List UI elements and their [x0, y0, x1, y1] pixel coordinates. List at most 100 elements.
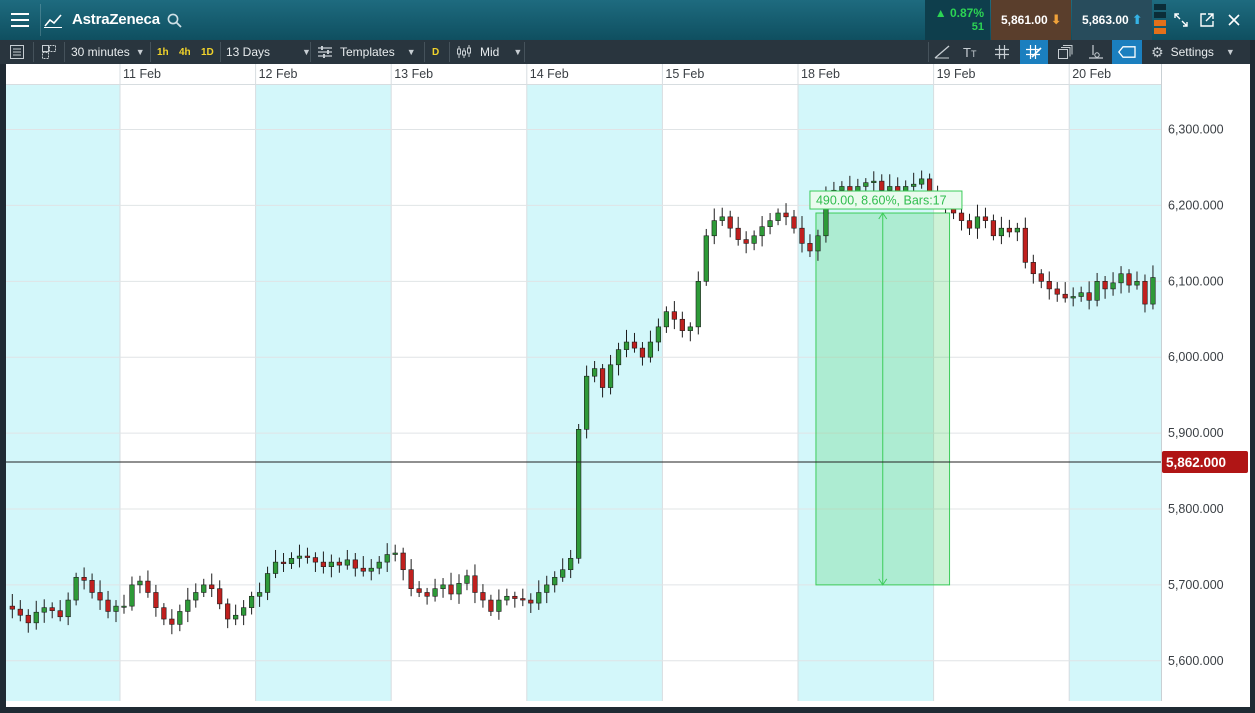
popout-button[interactable] [1196, 0, 1218, 40]
candle-up [368, 567, 374, 572]
candle-down [599, 368, 606, 388]
candle-up [41, 607, 47, 613]
candle-down [408, 569, 414, 589]
chart-type-button[interactable] [41, 0, 65, 40]
candle-up [1110, 282, 1116, 290]
arrow-up-icon: ⬆ [1131, 12, 1143, 27]
candle-down [528, 599, 534, 604]
interval-select[interactable]: 30 minutes ▼ [71, 40, 145, 64]
y-tick-label: 6,100.000 [1168, 274, 1224, 288]
settings-button[interactable]: ⚙ Settings ▼ [1151, 40, 1235, 64]
timeframe-1h[interactable]: 1h [157, 40, 169, 64]
d-toggle[interactable]: D [432, 40, 439, 64]
candle-up [767, 220, 773, 227]
candle-down [1126, 273, 1132, 286]
candle-up [288, 558, 295, 564]
search-icon [167, 13, 182, 28]
layers-button[interactable] [1058, 40, 1073, 64]
candle-up [432, 588, 438, 597]
list-button[interactable] [10, 40, 24, 64]
candle-down [958, 212, 965, 221]
tag-icon [1118, 46, 1136, 58]
templates-select[interactable]: Templates ▼ [318, 40, 416, 64]
draw-line-button[interactable] [934, 40, 950, 64]
candle-down [360, 567, 366, 572]
range-select[interactable]: 13 Days ▼ [226, 40, 311, 64]
candle-up [1094, 281, 1100, 301]
candle-up [129, 584, 135, 607]
layers-icon [1058, 45, 1073, 59]
x-tick-label: 20 Feb [1072, 67, 1111, 81]
timeframe-1d[interactable]: 1D [201, 40, 214, 64]
candlestick-chart[interactable]: 5,600.000 5,700.000 5,800.000 5,900.000 6,00… [6, 64, 1250, 707]
menu-button[interactable] [0, 0, 40, 40]
candle-up [177, 611, 183, 625]
price-chart[interactable]: 5,600.000 5,700.000 5,800.000 5,900.000 6,00… [6, 64, 1250, 707]
timeframe-4h[interactable]: 4h [179, 40, 191, 64]
candle-down [352, 559, 358, 569]
candle-up [591, 368, 598, 377]
search-button[interactable] [164, 0, 184, 40]
sell-price: 5,861.00 [1001, 13, 1048, 27]
x-tick-label: 12 Feb [259, 67, 298, 81]
marker-icon [1089, 45, 1103, 59]
candle-up [185, 599, 191, 612]
candle-up [647, 341, 654, 358]
candle-up [496, 599, 502, 612]
candle-down [743, 239, 749, 244]
candle-down [520, 598, 526, 601]
candle-up [576, 429, 582, 559]
sell-button[interactable]: 5,861.00 ⬇ [991, 0, 1071, 40]
interval-value: 30 minutes [71, 45, 130, 59]
range-value: 13 Days [226, 45, 271, 59]
candle-down [49, 607, 55, 611]
candle-up [544, 584, 550, 593]
tag-button[interactable] [1112, 40, 1142, 64]
candle-down [145, 580, 151, 593]
candle-down [1022, 227, 1028, 263]
gear-icon: ⚙ [1151, 43, 1164, 60]
candle-up [73, 576, 79, 601]
candle-down [17, 608, 23, 616]
candle-up [759, 226, 765, 237]
candle-up [775, 212, 781, 221]
candle-down [1062, 293, 1068, 299]
buy-button[interactable]: 5,863.00 ⬆ [1072, 0, 1152, 40]
candle-up [919, 178, 925, 185]
candle-up [296, 555, 303, 559]
grid-icon [995, 45, 1009, 59]
expand-button[interactable] [1170, 0, 1192, 40]
candle-up [1118, 273, 1124, 284]
x-tick-label: 19 Feb [937, 67, 976, 81]
candle-down [25, 614, 31, 624]
title-bar: AstraZeneca ▲ 0.87% 51 5,861.00 ⬇ 5,863.… [0, 0, 1255, 40]
crosshair-button[interactable] [1020, 40, 1048, 64]
level-meter [1154, 4, 1166, 36]
candle-down [879, 180, 885, 191]
marker-button[interactable] [1088, 40, 1104, 64]
price-mode-select[interactable]: Mid ▼ [456, 40, 522, 64]
candle-down [488, 599, 494, 612]
candle-down [57, 610, 63, 618]
candle-up [695, 281, 701, 328]
instrument-title[interactable]: AstraZeneca [72, 11, 160, 28]
candle-down [1142, 281, 1148, 305]
y-tick-label: 5,800.000 [1168, 502, 1224, 516]
candle-up [663, 311, 669, 328]
candle-down [209, 584, 215, 589]
candle-down [89, 580, 95, 593]
text-icon: TT [963, 44, 977, 60]
candle-up [560, 569, 566, 578]
grid-button[interactable] [995, 40, 1009, 64]
daily-change: ▲ 0.87% 51 [925, 0, 990, 40]
candle-up [703, 235, 709, 282]
text-button[interactable]: TT [963, 40, 976, 64]
layout-button[interactable] [42, 40, 56, 64]
candle-up [911, 183, 917, 187]
candle-down [783, 212, 789, 218]
close-button[interactable] [1223, 0, 1245, 40]
candle-up [376, 561, 382, 569]
date-axis [6, 64, 1161, 84]
x-tick-label: 11 Feb [123, 67, 161, 81]
candle-down [400, 552, 406, 571]
